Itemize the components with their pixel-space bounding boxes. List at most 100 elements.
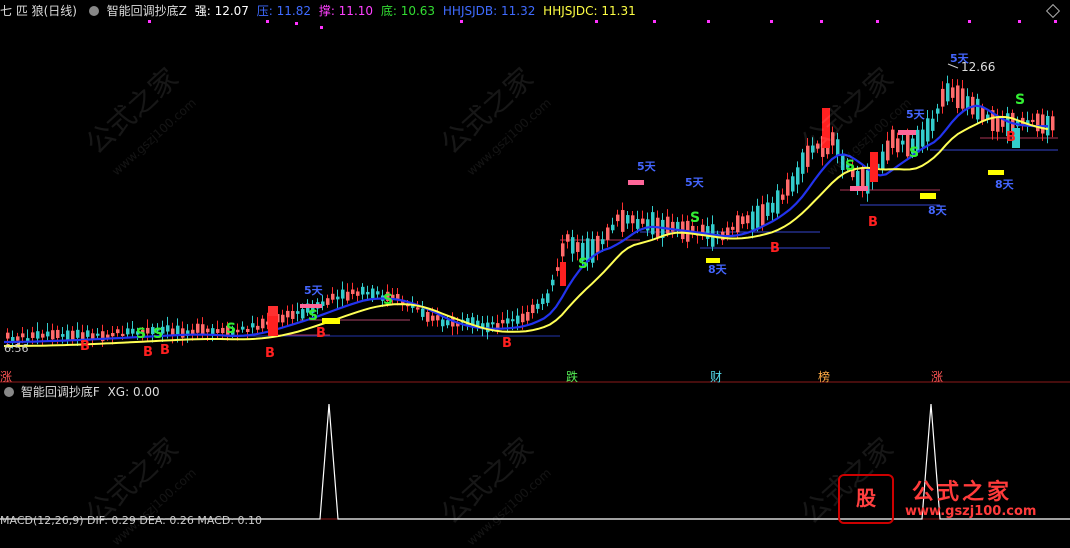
kline-chart[interactable]: B B B BBBBBBS S SSSSSSSS5天5天5天5天5天8天8天8天 6.56… (0, 0, 1070, 526)
signal-bar (988, 170, 1004, 175)
candle-body (371, 288, 375, 299)
candle-body (536, 303, 540, 309)
candle-body (1051, 116, 1055, 131)
candle-body (946, 83, 950, 102)
candle-body (16, 336, 20, 341)
top-dot (320, 26, 323, 29)
sell-marker: S (308, 308, 318, 324)
candle-body (736, 215, 740, 233)
candle-body (241, 326, 245, 330)
candle-body (521, 313, 525, 323)
candle-body (531, 304, 535, 314)
category-tag-2[interactable]: 财 (710, 368, 722, 385)
candle-body (121, 333, 125, 337)
candle-body (176, 325, 180, 335)
candle-body (731, 226, 735, 230)
candle-body (601, 239, 605, 245)
signal-bar (850, 186, 868, 191)
candle-body (751, 211, 755, 230)
candle-body (76, 329, 80, 338)
top-dot (820, 20, 823, 23)
candle-body (286, 310, 290, 318)
candle-body (591, 239, 595, 263)
candle-body (261, 318, 265, 329)
candle-body (366, 291, 370, 295)
sub-indicator-header: 智能回调抄底F XG: 0.00 (0, 384, 160, 400)
top-dot (460, 20, 463, 23)
candle-body (576, 242, 580, 252)
candle-body (951, 87, 955, 98)
candle-body (941, 88, 945, 107)
candle-body (931, 118, 935, 131)
eight-days-marker: 8天 (708, 263, 728, 276)
candle-body (761, 204, 765, 226)
candle-body (431, 315, 435, 321)
candle-body (886, 140, 890, 161)
candle-body (111, 333, 115, 337)
candle-body (561, 243, 565, 257)
category-tag-1[interactable]: 跌 (566, 368, 578, 385)
top-dot (653, 20, 656, 23)
logo-text: 公式之家 (912, 479, 1013, 505)
candle-body (51, 330, 55, 340)
candle-body (171, 328, 175, 335)
candle-body (796, 167, 800, 185)
sub-indicator-name[interactable]: 智能回调抄底F (21, 385, 100, 399)
candle-body (96, 333, 100, 336)
candle-body (786, 179, 790, 196)
high-price-label: 12.66 (961, 60, 995, 74)
sell-marker: S (383, 292, 393, 308)
candles (6, 75, 1055, 349)
candle-body (86, 330, 90, 337)
candle-body (91, 333, 95, 339)
category-tag-4[interactable]: 涨 (931, 368, 943, 385)
buy-marker: B (1006, 130, 1016, 145)
five-days-marker: 5天 (906, 108, 926, 121)
candle-body (6, 332, 10, 339)
signal-labels: B B B BBBBBBS S SSSSSSSS5天5天5天5天5天8天8天8天 (80, 52, 1025, 361)
candle-body (251, 323, 255, 328)
candle-body (256, 325, 260, 330)
top-dot (968, 20, 971, 23)
candle-body (806, 145, 810, 167)
candle-body (71, 330, 75, 340)
candle-body (541, 298, 545, 305)
candle-body (901, 140, 905, 145)
sub-settings-circle-icon[interactable] (4, 386, 14, 397)
candle-body (746, 215, 750, 224)
candle-body (856, 171, 860, 188)
candle-body (936, 108, 940, 114)
candle-body (666, 216, 670, 234)
candle-body (881, 151, 885, 169)
buy-marker: B (80, 339, 90, 354)
candle-body (1031, 119, 1035, 122)
candle-body (221, 327, 225, 334)
candle-body (836, 139, 840, 156)
candle-body (771, 202, 775, 213)
macd-header: MACD(12,26,9) DIF: 0.29 DEA: 0.26 MACD: … (0, 514, 263, 527)
candle-body (46, 331, 50, 337)
candle-body (281, 314, 285, 323)
candle-body (571, 237, 575, 254)
candle-body (146, 327, 150, 334)
candle-body (126, 328, 130, 335)
top-dot (595, 20, 598, 23)
candle-body (781, 194, 785, 200)
candle-body (926, 118, 930, 142)
candle-body (376, 291, 380, 295)
logo-url: www.gszj100.com (905, 504, 1037, 519)
candle-body (596, 235, 600, 253)
category-tag-3[interactable]: 榜 (818, 368, 830, 385)
candle-body (626, 215, 630, 224)
candle-body (211, 328, 215, 335)
sell-marker: S (136, 326, 146, 342)
candle-body (341, 289, 345, 299)
sell-marker: S (690, 210, 700, 226)
candle-body (616, 214, 620, 222)
signal-bar (268, 316, 278, 336)
candle-body (636, 219, 640, 229)
eight-days-marker: 8天 (995, 178, 1015, 191)
left-category-stub[interactable]: 涨 (0, 368, 12, 385)
candle-body (546, 293, 550, 303)
candle-body (606, 227, 610, 240)
